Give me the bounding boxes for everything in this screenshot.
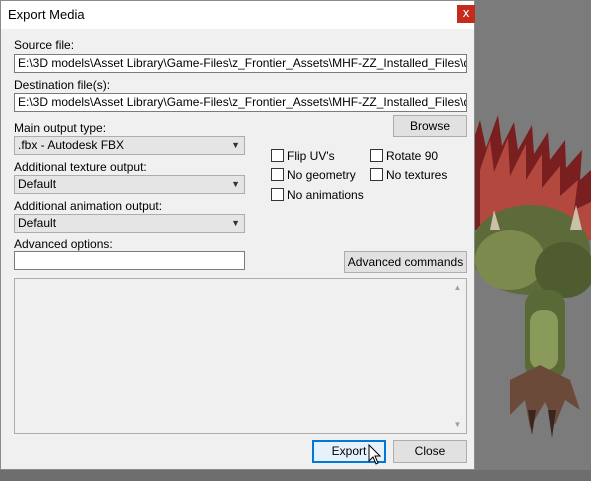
- viewport-floor: [0, 470, 591, 481]
- main-output-type-value: .fbx - Autodesk FBX: [18, 138, 125, 152]
- rotate-90-checkbox[interactable]: Rotate 90: [370, 149, 439, 163]
- rotate-90-label: Rotate 90: [386, 149, 439, 163]
- chevron-down-icon: ▼: [231, 140, 240, 150]
- destination-file-label: Destination file(s):: [14, 78, 111, 92]
- animation-output-label: Additional animation output:: [14, 199, 163, 213]
- no-animations-checkbox[interactable]: No animations: [271, 188, 364, 202]
- texture-output-select[interactable]: Default ▼: [14, 175, 245, 194]
- export-media-dialog: Export Media x Source file: E:\3D models…: [0, 0, 475, 470]
- dialog-title: Export Media: [8, 7, 85, 22]
- browse-button[interactable]: Browse: [393, 115, 467, 137]
- scroll-up-icon[interactable]: ▲: [449, 283, 466, 292]
- checkbox-box[interactable]: [370, 168, 383, 182]
- no-geometry-checkbox[interactable]: No geometry: [271, 168, 356, 182]
- animation-output-value: Default: [18, 216, 57, 230]
- checkbox-box[interactable]: [271, 188, 284, 202]
- advanced-options-label: Advanced options:: [14, 237, 113, 251]
- title-bar: Export Media x: [1, 1, 475, 29]
- flip-uvs-label: Flip UV's: [287, 149, 335, 163]
- destination-file-input[interactable]: E:\3D models\Asset Library\Game-Files\z_…: [14, 93, 467, 112]
- source-file-label: Source file:: [14, 38, 75, 52]
- close-button[interactable]: Close: [393, 440, 467, 463]
- texture-output-value: Default: [18, 177, 57, 191]
- mouse-cursor-icon: [368, 444, 382, 465]
- texture-output-label: Additional texture output:: [14, 160, 147, 174]
- flip-uvs-checkbox[interactable]: Flip UV's: [271, 149, 335, 163]
- output-log-textarea[interactable]: ▲ ▼: [14, 278, 467, 434]
- advanced-options-input[interactable]: [14, 251, 245, 270]
- no-animations-label: No animations: [287, 188, 364, 202]
- checkbox-box[interactable]: [271, 149, 284, 163]
- advanced-commands-button[interactable]: Advanced commands: [344, 251, 467, 273]
- chevron-down-icon: ▼: [231, 218, 240, 228]
- creature-model-image: [470, 115, 591, 438]
- animation-output-select[interactable]: Default ▼: [14, 214, 245, 233]
- checkbox-box[interactable]: [271, 168, 284, 182]
- scroll-down-icon[interactable]: ▼: [449, 420, 466, 429]
- vertical-scrollbar[interactable]: ▲ ▼: [449, 279, 466, 433]
- close-icon[interactable]: x: [457, 5, 475, 23]
- main-output-type-select[interactable]: .fbx - Autodesk FBX ▼: [14, 136, 245, 155]
- chevron-down-icon: ▼: [231, 179, 240, 189]
- checkbox-box[interactable]: [370, 149, 383, 163]
- no-geometry-label: No geometry: [287, 168, 356, 182]
- source-file-input[interactable]: E:\3D models\Asset Library\Game-Files\z_…: [14, 54, 467, 73]
- no-textures-checkbox[interactable]: No textures: [370, 168, 448, 182]
- main-output-type-label: Main output type:: [14, 121, 107, 135]
- no-textures-label: No textures: [386, 168, 448, 182]
